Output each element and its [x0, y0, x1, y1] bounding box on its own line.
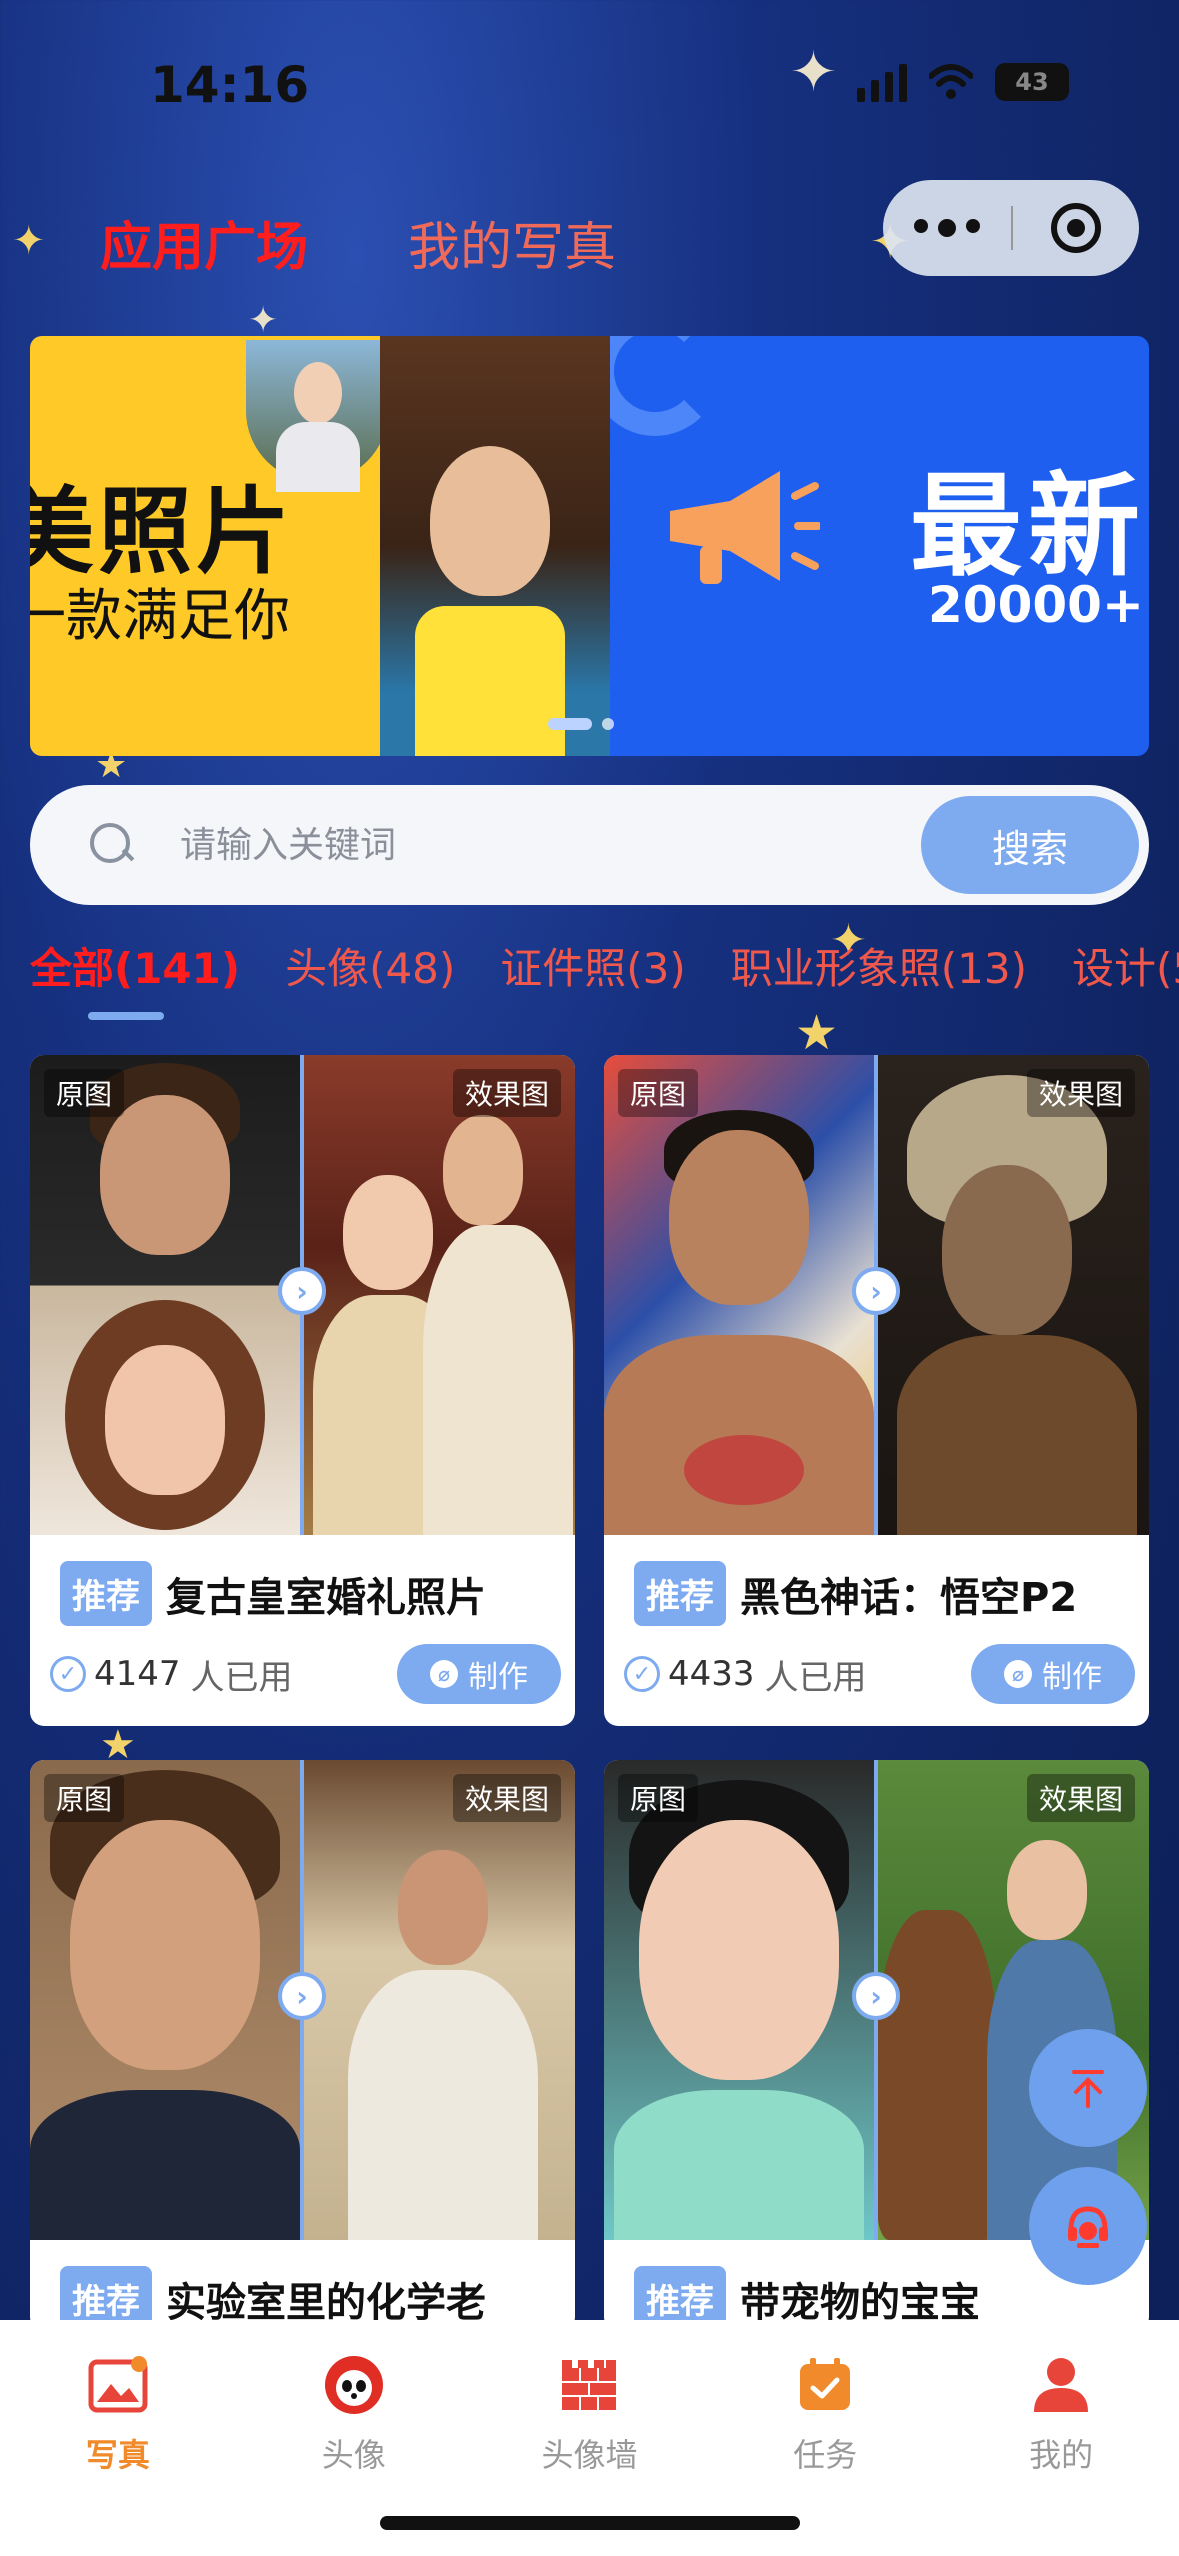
calendar-check-icon — [794, 2354, 856, 2416]
banner-indicator — [548, 718, 614, 730]
headset-icon — [1068, 2206, 1108, 2248]
signal-icon — [857, 62, 907, 102]
effect-tag: 效果图 — [1026, 1774, 1135, 1822]
before-after-image: › 原图 效果图 — [604, 1760, 1149, 2240]
megaphone-icon — [670, 471, 820, 584]
banner-slide-1-subtitle: 一款满足你 — [30, 584, 290, 649]
category-avatar[interactable]: 头像(48) — [285, 935, 455, 996]
check-circle-icon: ✓ — [624, 1656, 660, 1692]
banner-carousel[interactable]: 美照片 一款满足你 最新 20000+ A — [30, 336, 1149, 756]
search-button[interactable]: 搜索 — [921, 796, 1139, 894]
before-after-image: › 原图 效果图 — [30, 1760, 575, 2240]
nav-item-photo[interactable]: 写真 — [0, 2320, 236, 2556]
banner-slide-2[interactable]: 最新 20000+ A — [610, 336, 1149, 756]
banner-slide-2-subtitle: 20000+ A — [928, 576, 1149, 634]
template-card[interactable]: › 原图 效果图 推荐 复古皇室婚礼照片 ✓ 4147 人已用 ⌀ 制作 — [30, 1055, 575, 1726]
back-to-top-button[interactable] — [1029, 2029, 1147, 2147]
magic-icon: ⌀ — [430, 1660, 458, 1688]
status-bar: 14:16 43 — [0, 0, 1179, 170]
search-input[interactable] — [180, 824, 921, 866]
nav-label: 写真 — [85, 2436, 150, 2474]
user-icon — [1030, 2354, 1092, 2416]
template-card[interactable]: › 原图 效果图 推荐 黑色神话：悟空P2 ✓ 4433 人已用 ⌀ 制作 — [604, 1055, 1149, 1726]
banner-ring-decoration — [610, 336, 720, 436]
miniprogram-capsule — [883, 180, 1139, 276]
original-tag: 原图 — [44, 1069, 125, 1117]
top-tabs: 应用广场 我的写真 — [100, 205, 616, 280]
tab-my-photos[interactable]: 我的写真 — [408, 205, 616, 280]
compare-arrow-icon: › — [278, 1972, 326, 2020]
card-title: 实验室里的化学老 — [166, 2279, 486, 2326]
before-after-image: › 原图 效果图 — [604, 1055, 1149, 1535]
card-title: 带宠物的宝宝 — [740, 2279, 980, 2326]
banner-slide-2-title: 最新 — [910, 462, 1146, 592]
photo-icon — [87, 2354, 149, 2416]
category-professional[interactable]: 职业形象照(13) — [731, 935, 1027, 996]
banner-inset-photo — [242, 336, 392, 492]
search-icon — [90, 823, 134, 867]
category-id-photo[interactable]: 证件照(3) — [500, 935, 686, 996]
original-tag: 原图 — [618, 1069, 699, 1117]
customer-service-button[interactable] — [1029, 2167, 1147, 2285]
template-card[interactable]: › 原图 效果图 推荐 实验室里的化学老 — [30, 1760, 575, 2331]
magic-icon: ⌀ — [1004, 1660, 1032, 1688]
category-tabs: 全部(141) 头像(48) 证件照(3) 职业形象照(13) 设计(5) — [30, 935, 1179, 996]
status-time: 14:16 — [150, 56, 310, 114]
panda-avatar-icon — [323, 2354, 385, 2416]
effect-tag: 效果图 — [452, 1774, 561, 1822]
card-title: 复古皇室婚礼照片 — [166, 1574, 486, 1621]
arrow-up-icon — [1072, 2070, 1104, 2108]
recommend-badge: 推荐 — [634, 1561, 726, 1626]
effect-tag: 效果图 — [1026, 1069, 1135, 1117]
category-active-underline — [88, 1012, 164, 1020]
close-miniprogram-icon[interactable] — [1013, 203, 1139, 253]
banner-slide-1[interactable]: 美照片 一款满足你 — [30, 336, 610, 756]
effect-tag: 效果图 — [452, 1069, 561, 1117]
card-title: 黑色神话：悟空P2 — [740, 1574, 1078, 1621]
compare-arrow-icon: › — [278, 1267, 326, 1315]
nav-label: 头像 — [321, 2436, 386, 2474]
category-design[interactable]: 设计(5) — [1072, 935, 1179, 996]
compare-arrow-icon: › — [852, 1267, 900, 1315]
usage-count: ✓ 4147 人已用 — [50, 1650, 293, 1699]
home-indicator — [380, 2516, 800, 2530]
nav-label: 我的 — [1029, 2436, 1094, 2474]
original-tag: 原图 — [44, 1774, 125, 1822]
status-icons: 43 — [857, 62, 1069, 102]
search-bar: 搜索 — [30, 785, 1149, 905]
usage-count: ✓ 4433 人已用 — [624, 1650, 867, 1699]
more-menu-icon[interactable] — [883, 219, 1011, 237]
recommend-badge: 推荐 — [60, 1561, 152, 1626]
make-button[interactable]: ⌀ 制作 — [971, 1644, 1135, 1704]
before-after-image: › 原图 效果图 — [30, 1055, 575, 1535]
battery-icon: 43 — [995, 63, 1069, 101]
category-all[interactable]: 全部(141) — [30, 935, 240, 996]
make-button[interactable]: ⌀ 制作 — [397, 1644, 561, 1704]
original-tag: 原图 — [618, 1774, 699, 1822]
nav-item-mine[interactable]: 我的 — [943, 2320, 1179, 2556]
wall-icon — [558, 2354, 620, 2416]
compare-arrow-icon: › — [852, 1972, 900, 2020]
tab-app-square[interactable]: 应用广场 — [100, 205, 308, 280]
wifi-icon — [929, 64, 973, 99]
check-circle-icon: ✓ — [50, 1656, 86, 1692]
nav-label: 头像墙 — [541, 2436, 638, 2474]
banner-model-photo — [380, 336, 610, 756]
nav-label: 任务 — [793, 2436, 858, 2474]
